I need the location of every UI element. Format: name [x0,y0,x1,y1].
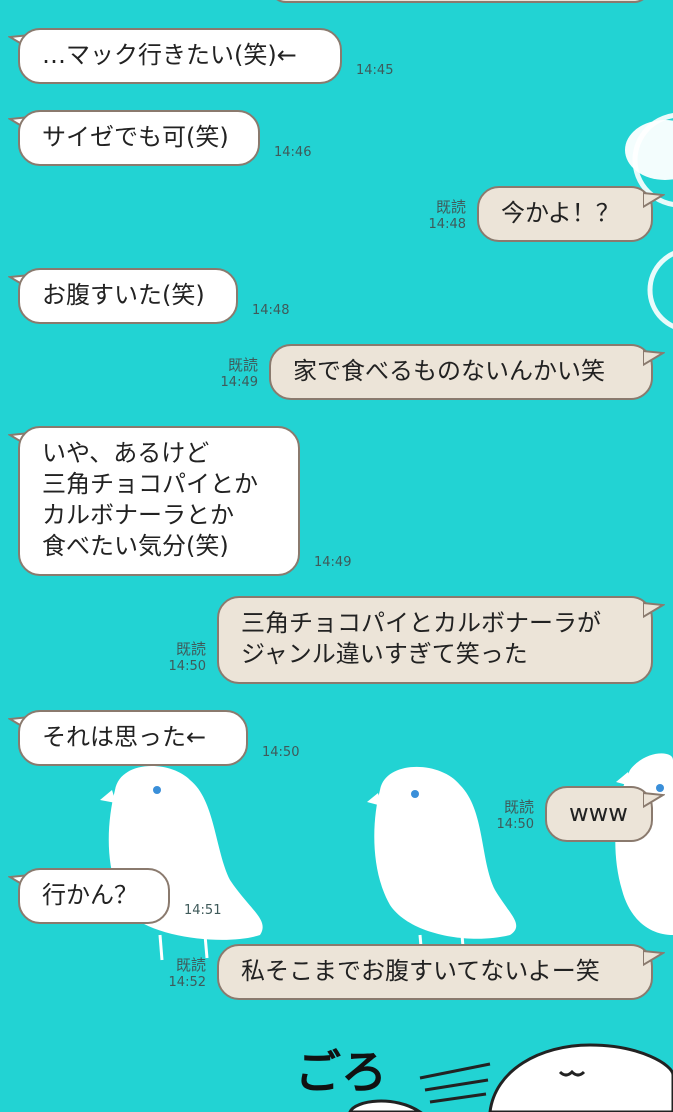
message-time: 14:45 [356,63,394,78]
message-time: 14:48 [252,303,290,318]
bubble-tail-icon [643,949,665,967]
message-time: 14:50 [262,745,300,760]
bird-illustration-icon [615,753,673,935]
message-time: 14:50 [496,817,534,832]
read-receipt: 既読 [175,956,206,974]
handwritten-goro: ごろ [295,1045,387,1099]
read-receipt: 既読 [435,198,466,216]
bubble-tail-icon [643,349,665,367]
message-text: www [545,786,653,842]
read-receipt: 既読 [175,640,206,658]
message-time: 14:50 [168,659,206,674]
bird-illustration-icon [100,766,263,961]
read-receipt: 既読 [503,798,534,816]
message-text: いや、あるけど 三角チョコパイとか カルボナーラとか 食べたい気分(笑) [18,426,300,576]
message-text: 私そこまでお腹すいてないよー笑 [217,944,653,1000]
message-text: 今かよ！？ [477,186,653,242]
message-text: サイゼでも可(笑) [18,110,260,166]
bubble-tail-icon [643,191,665,209]
bird-illustration-icon [367,766,517,959]
read-receipt: 既読 [227,356,258,374]
message-time: 14:52 [168,975,206,990]
message-text: 三角チョコパイとカルボナーラが ジャンル違いすぎて笑った [217,596,653,684]
message-time: 14:51 [184,903,222,918]
message-time: 14:48 [428,217,466,232]
message-text: 行かん？ [18,868,170,924]
message-time: 14:49 [220,375,258,390]
round-face-illustration-icon [348,1043,673,1112]
message-text: それは思った← [18,710,248,766]
message-time: 14:46 [274,145,312,160]
message-text: 家で食べるものないんかい笑 [269,344,653,400]
bubble-tail-icon [643,601,665,619]
bubble-tail-icon [643,791,665,809]
message-text: …マック行きたい(笑)← [18,28,342,84]
message-text: お腹すいた(笑) [18,268,238,324]
message-time: 14:49 [314,555,352,570]
